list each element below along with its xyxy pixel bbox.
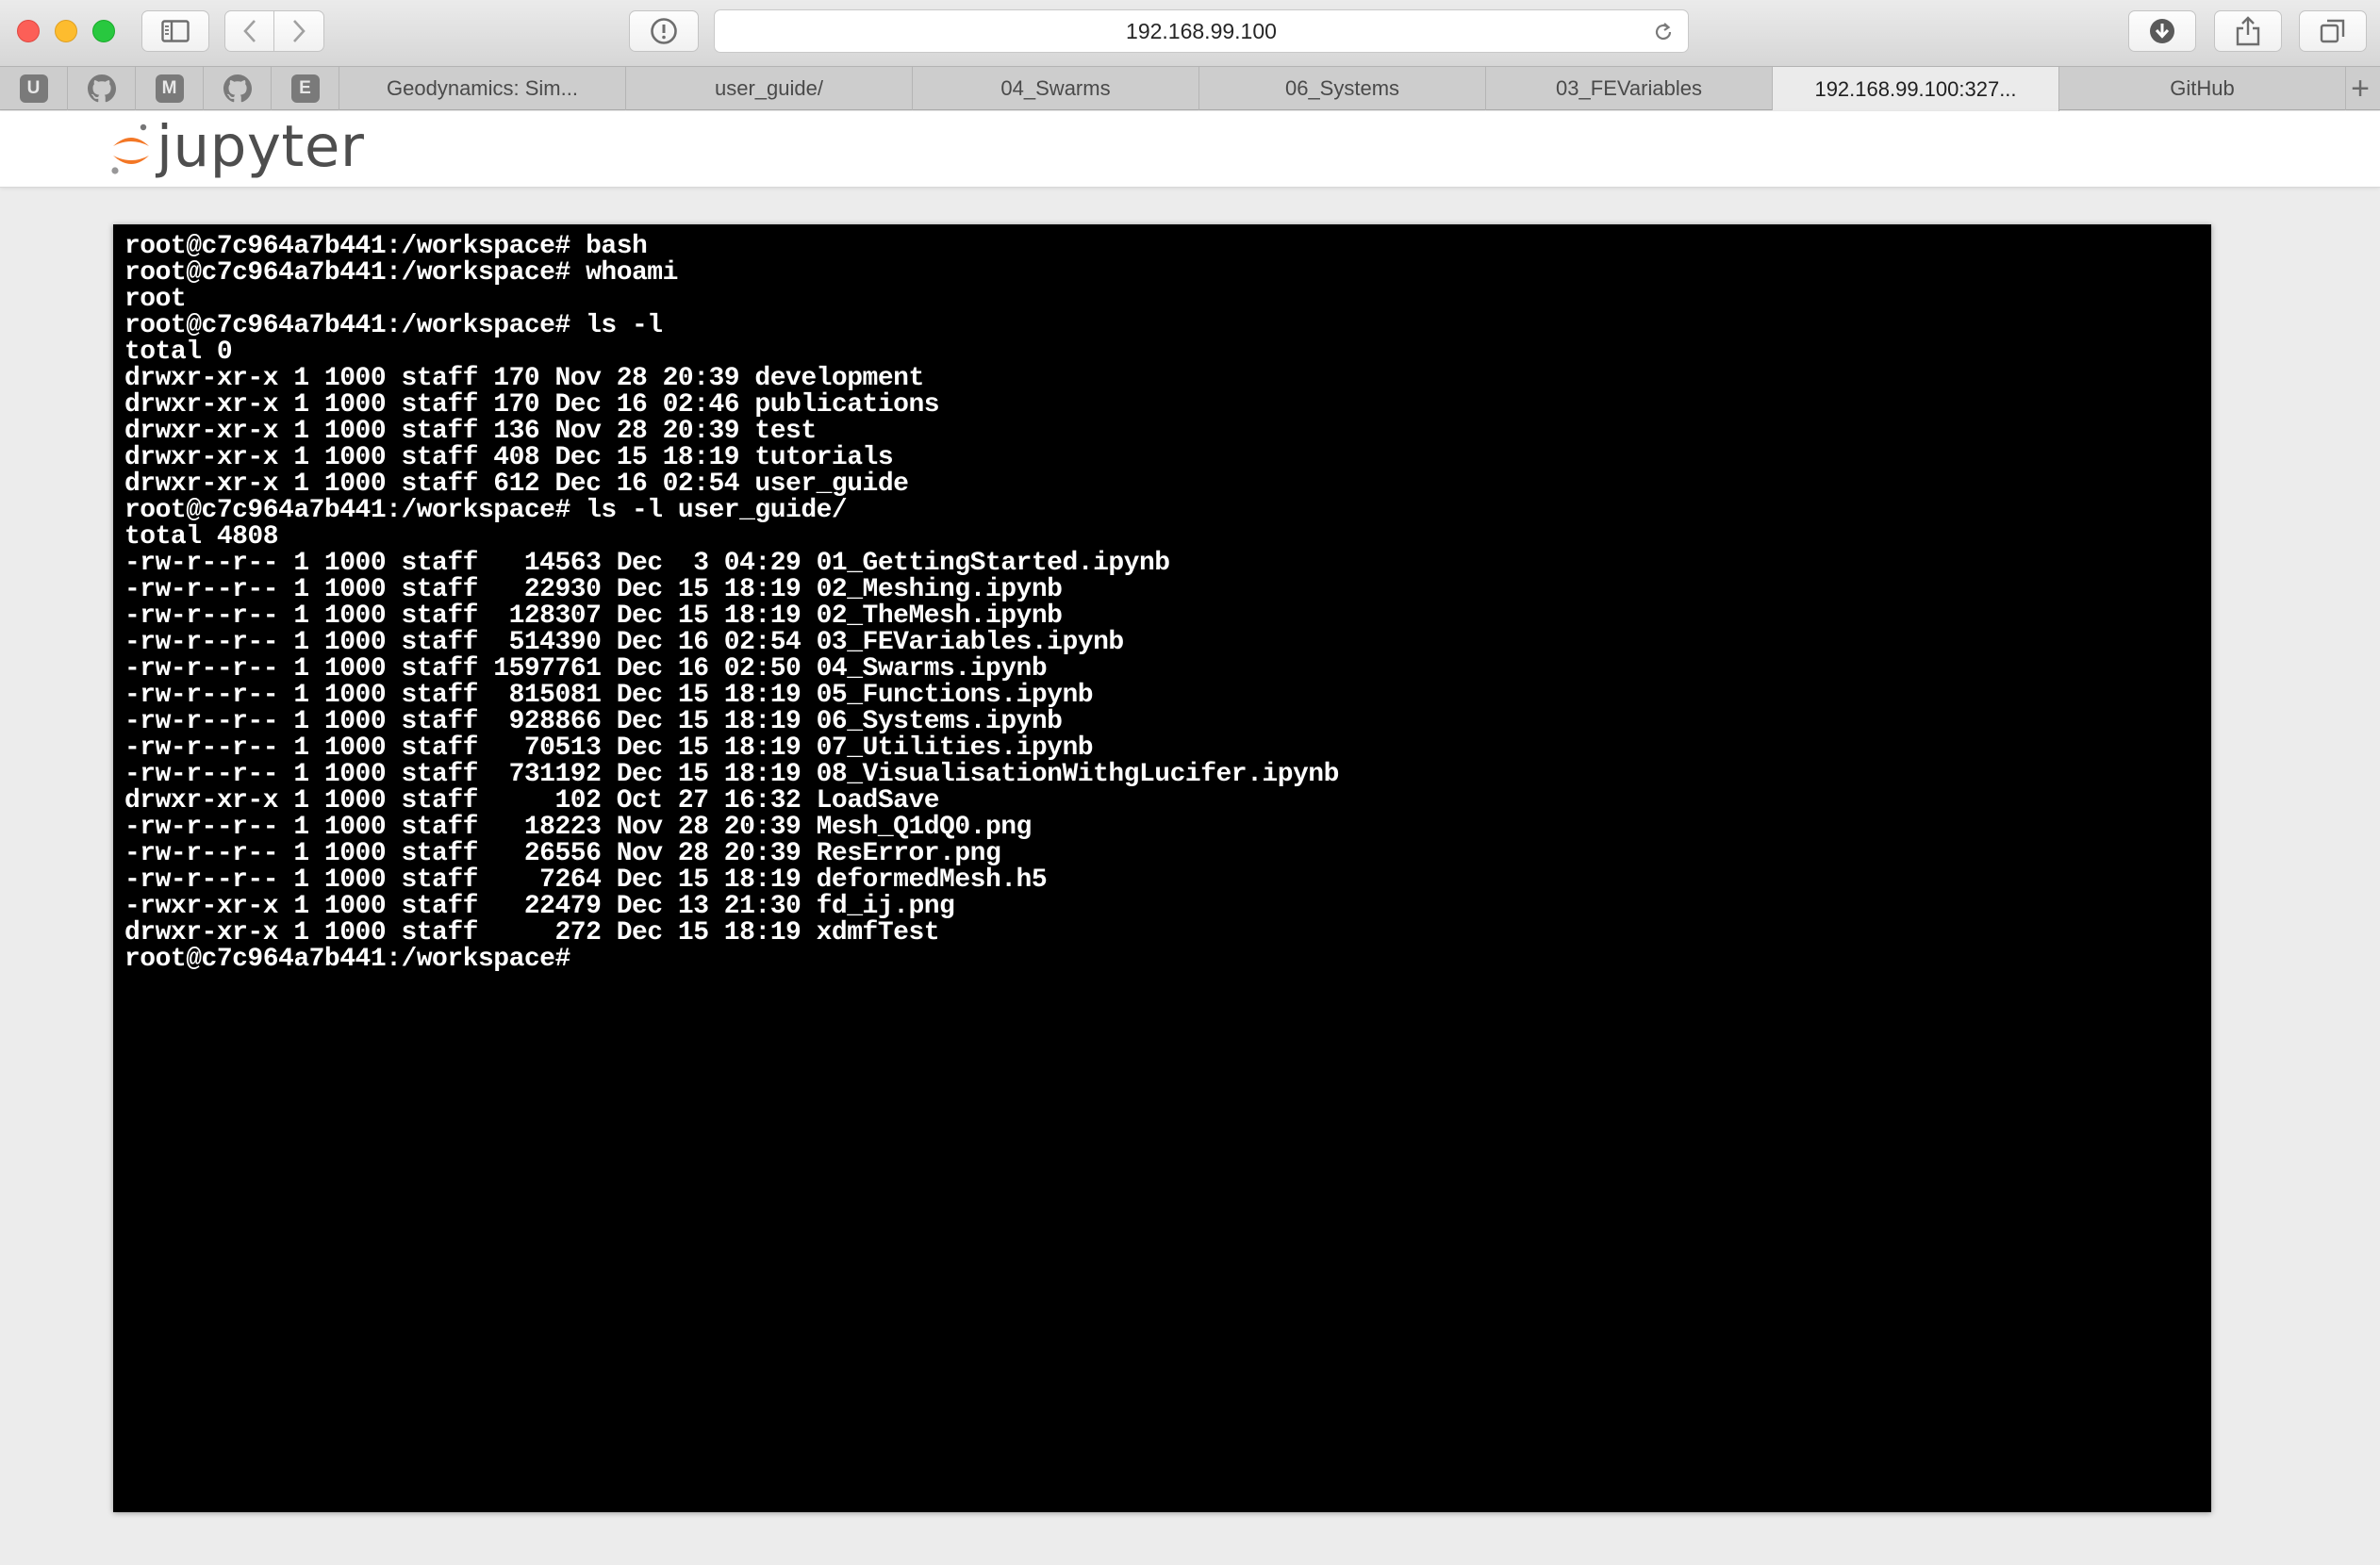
terminal-line: drwxr-xr-x 1 1000 staff 272 Dec 15 18:19… xyxy=(124,918,940,947)
terminal-line: -rw-r--r-- 1 1000 staff 928866 Dec 15 18… xyxy=(124,707,1063,736)
tab-04-swarms[interactable]: 04_Swarms xyxy=(913,67,1199,110)
reload-icon xyxy=(1655,23,1672,41)
close-window-button[interactable] xyxy=(17,20,40,42)
privacy-report-button[interactable] xyxy=(629,10,699,52)
terminal-line: -rw-r--r-- 1 1000 staff 731192 Dec 15 18… xyxy=(124,760,1339,789)
new-tab-button[interactable]: + xyxy=(2340,67,2380,110)
download-icon xyxy=(2150,19,2174,43)
terminal-line: root@c7c964a7b441:/workspace# bash xyxy=(124,232,648,261)
forward-button[interactable] xyxy=(274,11,323,51)
terminal-line: -rw-r--r-- 1 1000 staff 22930 Dec 15 18:… xyxy=(124,575,1063,604)
terminal-line: drwxr-xr-x 1 1000 staff 612 Dec 16 02:54… xyxy=(124,470,909,499)
terminal-line: -rwxr-xr-x 1 1000 staff 22479 Dec 13 21:… xyxy=(124,892,955,921)
terminal-line: drwxr-xr-x 1 1000 staff 408 Dec 15 18:19… xyxy=(124,443,894,472)
github-icon xyxy=(87,74,116,103)
terminal-window[interactable]: root@c7c964a7b441:/workspace# bash root@c… xyxy=(113,224,2211,1512)
terminal-line: -rw-r--r-- 1 1000 staff 815081 Dec 15 18… xyxy=(124,681,1094,710)
sidebar-icon xyxy=(161,20,190,42)
terminal-line: drwxr-xr-x 1 1000 staff 136 Nov 28 20:39… xyxy=(124,417,817,446)
jupyter-header: jupyter xyxy=(0,111,2380,188)
share-button[interactable] xyxy=(2214,10,2282,52)
pinned-tab-github-2[interactable] xyxy=(204,67,272,110)
m-badge-icon: M xyxy=(155,74,184,103)
share-icon xyxy=(2236,16,2260,46)
info-shield-icon xyxy=(651,18,677,44)
terminal-line: -rw-r--r-- 1 1000 staff 18223 Nov 28 20:… xyxy=(124,813,1032,842)
terminal-line: root@c7c964a7b441:/workspace# ls -l xyxy=(124,311,663,340)
terminal-line: root xyxy=(124,285,187,314)
pinned-tab-github-1[interactable] xyxy=(68,67,136,110)
address-text: 192.168.99.100 xyxy=(1126,18,1277,43)
jupyter-logo[interactable]: jupyter xyxy=(109,113,364,181)
back-button[interactable] xyxy=(225,11,274,51)
tab-geodynamics[interactable]: Geodynamics: Sim... xyxy=(339,67,626,110)
e-badge-icon: E xyxy=(290,74,320,103)
address-bar[interactable]: 192.168.99.100 xyxy=(714,9,1689,53)
show-all-tabs-button[interactable] xyxy=(2299,10,2367,52)
terminal-line: total 0 xyxy=(124,338,233,367)
pinned-tab-e[interactable]: E xyxy=(272,67,339,110)
tab-03-fevariables[interactable]: 03_FEVariables xyxy=(1486,67,1773,110)
browser-toolbar: 192.168.99.100 xyxy=(0,0,2380,66)
terminal-line: -rw-r--r-- 1 1000 staff 7264 Dec 15 18:1… xyxy=(124,865,1048,895)
terminal-line: drwxr-xr-x 1 1000 staff 102 Oct 27 16:32… xyxy=(124,786,940,815)
minimize-window-button[interactable] xyxy=(55,20,77,42)
terminal-line: -rw-r--r-- 1 1000 staff 128307 Dec 15 18… xyxy=(124,601,1063,631)
sidebar-toggle-button[interactable] xyxy=(141,10,209,52)
github-icon xyxy=(223,74,252,103)
chevron-right-icon xyxy=(293,20,306,42)
terminal-line: -rw-r--r-- 1 1000 staff 26556 Nov 28 20:… xyxy=(124,839,1001,868)
terminal-line: -rw-r--r-- 1 1000 staff 514390 Dec 16 02… xyxy=(124,628,1124,657)
pinned-tab-m[interactable]: M xyxy=(136,67,204,110)
pinned-tab-u[interactable]: U xyxy=(0,67,68,110)
reload-button[interactable] xyxy=(1650,19,1677,45)
tabs-overview-icon xyxy=(2320,19,2345,43)
terminal-line: -rw-r--r-- 1 1000 staff 1597761 Dec 16 0… xyxy=(124,654,1048,684)
terminal-line: total 4808 xyxy=(124,522,279,552)
zoom-window-button[interactable] xyxy=(92,20,115,42)
terminal-line: -rw-r--r-- 1 1000 staff 14563 Dec 3 04:2… xyxy=(124,549,1170,578)
downloads-button[interactable] xyxy=(2128,10,2196,52)
u-badge-icon: U xyxy=(19,74,48,103)
terminal-line: -rw-r--r-- 1 1000 staff 70513 Dec 15 18:… xyxy=(124,733,1094,763)
terminal-line: drwxr-xr-x 1 1000 staff 170 Nov 28 20:39… xyxy=(124,364,924,393)
tab-user-guide[interactable]: user_guide/ xyxy=(626,67,913,110)
tab-bar: U M E Geodynamics: Sim... user_guide/ 04… xyxy=(0,66,2380,111)
chevron-left-icon xyxy=(242,20,256,42)
terminal-line: root@c7c964a7b441:/workspace# xyxy=(124,945,587,974)
back-forward-group xyxy=(224,10,324,52)
terminal-line: root@c7c964a7b441:/workspace# ls -l user… xyxy=(124,496,848,525)
tab-github[interactable]: GitHub xyxy=(2059,67,2346,110)
jupyter-logo-text: jupyter xyxy=(157,112,365,180)
terminal-line: root@c7c964a7b441:/workspace# whoami xyxy=(124,258,678,288)
tab-terminal-active[interactable]: 192.168.99.100:327... xyxy=(1773,67,2059,111)
tab-06-systems[interactable]: 06_Systems xyxy=(1199,67,1486,110)
jupyter-logo-icon xyxy=(111,124,149,174)
terminal-line: drwxr-xr-x 1 1000 staff 170 Dec 16 02:46… xyxy=(124,390,940,420)
